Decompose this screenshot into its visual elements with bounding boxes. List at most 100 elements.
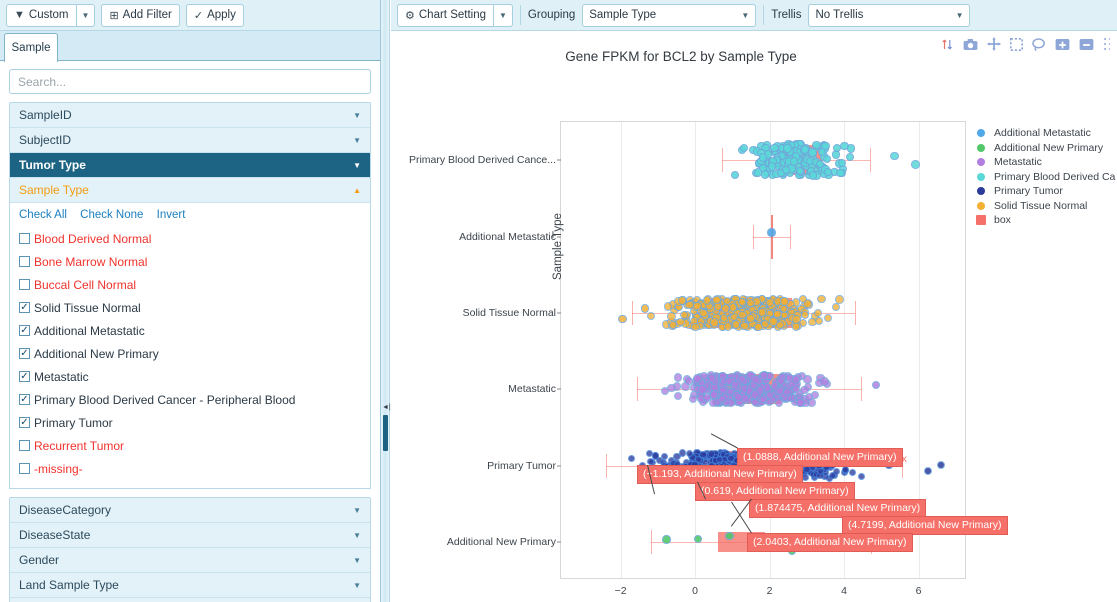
custom-filter-button[interactable]: ▼ Custom (6, 4, 77, 27)
chart-setting-dropdown-arrow[interactable]: ▼ (494, 4, 513, 27)
data-point[interactable] (759, 153, 767, 161)
data-point[interactable] (725, 532, 733, 540)
accordion-land-tissue[interactable]: Land Tissue ▼ (10, 598, 370, 602)
data-point[interactable] (731, 171, 739, 179)
legend-item[interactable]: Primary Tumor (977, 184, 1115, 199)
check-all-link[interactable]: Check All (19, 209, 67, 221)
sample-type-option[interactable]: Additional New Primary (19, 342, 361, 365)
sample-type-option[interactable]: Recurrent Tumor (19, 434, 361, 457)
data-point[interactable] (783, 144, 791, 152)
data-point[interactable] (708, 450, 715, 457)
data-point-outlier[interactable] (872, 381, 880, 389)
legend-item[interactable]: Solid Tissue Normal (977, 199, 1115, 214)
data-point[interactable] (814, 309, 822, 317)
sample-type-option[interactable]: -missing- (19, 457, 361, 480)
data-point[interactable] (646, 450, 653, 457)
checkbox-icon[interactable] (19, 233, 30, 244)
sample-type-option[interactable]: Metastatic (19, 365, 361, 388)
data-point[interactable] (661, 453, 668, 460)
data-point[interactable] (808, 148, 816, 156)
data-point[interactable] (792, 385, 800, 393)
data-point[interactable] (824, 314, 832, 322)
accordion-land-sample-type[interactable]: Land Sample Type ▼ (10, 573, 370, 598)
data-point[interactable] (738, 375, 746, 383)
data-point-outlier[interactable] (937, 461, 945, 469)
checkbox-icon[interactable] (19, 302, 30, 313)
data-point[interactable] (782, 166, 790, 174)
zoom-in-icon[interactable] (1055, 38, 1070, 51)
accordion-subjectid[interactable]: SubjectID ▼ (10, 128, 370, 153)
splitter-grip[interactable] (383, 415, 388, 451)
splitter-collapse-icon[interactable]: ◄| (382, 404, 391, 411)
invert-link[interactable]: Invert (157, 209, 186, 221)
data-point[interactable] (674, 392, 682, 400)
chart-setting-button[interactable]: ⚙ Chart Setting (397, 4, 494, 27)
sample-type-option[interactable]: Bone Marrow Normal (19, 250, 361, 273)
data-point[interactable] (820, 377, 828, 385)
apply-button[interactable]: ✓ Apply (186, 4, 244, 27)
custom-filter-dropdown-arrow[interactable]: ▼ (77, 4, 96, 27)
data-point[interactable] (724, 322, 732, 330)
plot-frame[interactable]: Sample Type Gene Expression (LOG2(FPKM+0… (560, 121, 966, 579)
data-point-outlier[interactable] (618, 315, 626, 323)
tab-sample[interactable]: Sample (4, 33, 58, 62)
data-point[interactable] (792, 315, 800, 323)
data-point[interactable] (647, 312, 655, 320)
data-point[interactable] (796, 399, 804, 407)
data-point-outlier[interactable] (924, 467, 932, 475)
data-point[interactable] (734, 393, 742, 401)
add-filter-button[interactable]: ⊞ Add Filter (101, 4, 179, 27)
checkbox-icon[interactable] (19, 440, 30, 451)
data-point[interactable] (754, 168, 762, 176)
data-point-outlier[interactable] (911, 160, 919, 168)
sample-type-option[interactable]: Buccal Cell Normal (19, 273, 361, 296)
lasso-select-icon[interactable] (1032, 38, 1046, 51)
data-point[interactable] (835, 295, 843, 303)
data-point[interactable] (628, 455, 635, 462)
data-point[interactable] (792, 375, 800, 383)
data-point[interactable] (674, 373, 682, 381)
data-point[interactable] (680, 311, 688, 319)
chart-setting-split-button[interactable]: ⚙ Chart Setting ▼ (397, 4, 513, 27)
trellis-select[interactable]: No Trellis ▼ (808, 4, 970, 27)
data-point[interactable] (667, 312, 675, 320)
checkbox-icon[interactable] (19, 371, 30, 382)
legend-item[interactable]: box (977, 213, 1115, 228)
legend-item[interactable]: Additional Metastatic (977, 126, 1115, 141)
data-point[interactable] (746, 299, 754, 307)
checkbox-icon[interactable] (19, 348, 30, 359)
sample-type-option[interactable]: Solid Tissue Normal (19, 296, 361, 319)
data-point[interactable] (673, 453, 680, 460)
custom-filter-split-button[interactable]: ▼ Custom ▼ (6, 4, 95, 27)
data-point[interactable] (767, 228, 775, 236)
sample-type-option[interactable]: Additional Metastatic (19, 319, 361, 342)
zoom-out-icon[interactable] (1079, 38, 1094, 51)
search-input[interactable] (9, 69, 371, 94)
accordion-tumor-type[interactable]: Tumor Type ▼ (10, 153, 370, 178)
data-point[interactable] (801, 311, 809, 319)
legend-item[interactable]: Metastatic (977, 155, 1115, 170)
data-point[interactable] (664, 302, 672, 310)
data-point[interactable] (832, 303, 840, 311)
data-point[interactable] (769, 317, 777, 325)
data-point[interactable] (751, 375, 759, 383)
data-point[interactable] (662, 535, 670, 543)
data-point[interactable] (758, 308, 766, 316)
data-point[interactable] (703, 296, 711, 304)
box-select-icon[interactable] (1010, 38, 1023, 51)
data-point[interactable] (754, 323, 762, 331)
checkbox-icon[interactable] (19, 463, 30, 474)
pan-icon[interactable] (987, 37, 1001, 51)
data-point-outlier[interactable] (641, 304, 649, 312)
legend-item[interactable]: Primary Blood Derived Ca (977, 170, 1115, 185)
data-point[interactable] (669, 321, 677, 329)
data-point[interactable] (833, 144, 841, 152)
autoscale-icon[interactable] (1103, 38, 1111, 51)
data-point[interactable] (847, 144, 855, 152)
data-point[interactable] (719, 386, 727, 394)
data-point[interactable] (823, 155, 831, 163)
data-point[interactable] (751, 390, 759, 398)
data-point[interactable] (694, 535, 702, 543)
check-none-link[interactable]: Check None (80, 209, 143, 221)
sample-type-option[interactable]: Primary Tumor (19, 411, 361, 434)
